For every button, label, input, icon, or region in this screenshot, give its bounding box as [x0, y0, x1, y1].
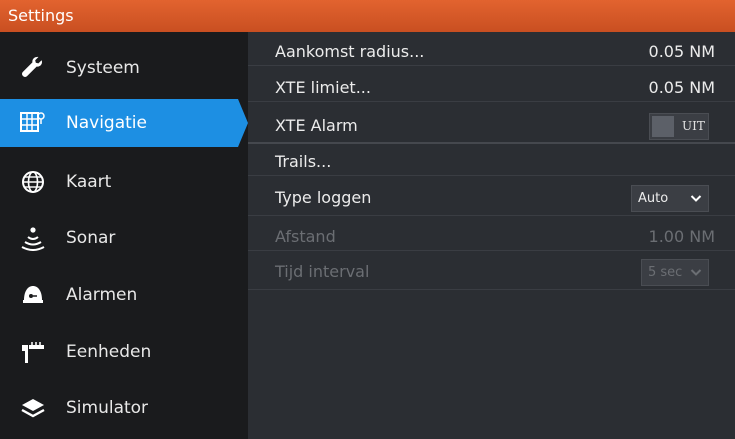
- sidebar-item-label: Systeem: [66, 58, 140, 78]
- setting-trails[interactable]: Trails...: [248, 148, 735, 176]
- toggle-knob: [652, 116, 674, 137]
- setting-time-interval: Tijd interval 5 sec: [248, 255, 735, 290]
- setting-value: 1.00 NM: [648, 227, 715, 246]
- setting-label: Trails...: [275, 152, 332, 171]
- sidebar-item-simulator[interactable]: Simulator: [0, 384, 238, 432]
- wrench-icon: [22, 56, 42, 77]
- sidebar: Systeem Navigatie Kaart Sonar Alarmen Ee…: [0, 32, 248, 439]
- setting-value: 0.05 NM: [648, 42, 715, 61]
- setting-value: 0.05 NM: [648, 78, 715, 97]
- log-type-select[interactable]: Auto: [631, 185, 709, 212]
- time-interval-select: 5 sec: [641, 259, 709, 286]
- setting-label: XTE limiet...: [275, 78, 371, 97]
- setting-arrival-radius[interactable]: Aankomst radius... 0.05 NM: [248, 38, 735, 66]
- navigation-chart-icon: [20, 112, 45, 132]
- sidebar-item-label: Simulator: [66, 398, 149, 418]
- sidebar-item-label: Navigatie: [66, 113, 147, 133]
- setting-xte-limit[interactable]: XTE limiet... 0.05 NM: [248, 74, 735, 102]
- setting-label: XTE Alarm: [275, 116, 358, 135]
- sidebar-item-systeem[interactable]: Systeem: [0, 44, 238, 92]
- sidebar-item-kaart[interactable]: Kaart: [0, 158, 238, 206]
- layers-icon: [21, 399, 45, 418]
- window-title: Settings: [0, 0, 735, 32]
- toggle-state-text: UIT: [682, 119, 705, 133]
- globe-icon: [22, 171, 44, 193]
- settings-window: Settings Systeem Navigatie Kaart Sonar A…: [0, 0, 735, 439]
- alarm-bell-icon: [23, 286, 43, 303]
- sidebar-item-eenheden[interactable]: Eenheden: [0, 328, 238, 376]
- setting-label: Aankomst radius...: [275, 42, 425, 61]
- section-divider: [248, 142, 735, 144]
- xte-alarm-toggle[interactable]: UIT: [649, 113, 709, 140]
- sidebar-item-label: Sonar: [66, 228, 116, 248]
- setting-label: Type loggen: [275, 188, 372, 207]
- chevron-down-icon: [690, 269, 702, 276]
- setting-label: Afstand: [275, 227, 336, 246]
- settings-panel: Aankomst radius... 0.05 NM XTE limiet...…: [248, 32, 735, 439]
- ruler-icon: [22, 342, 44, 363]
- chevron-down-icon: [690, 195, 702, 202]
- setting-log-type: Type loggen Auto: [248, 181, 735, 216]
- sidebar-item-label: Kaart: [66, 172, 112, 192]
- sidebar-item-navigatie[interactable]: Navigatie: [0, 99, 248, 147]
- sidebar-item-label: Alarmen: [66, 285, 138, 305]
- setting-xte-alarm: XTE Alarm UIT: [248, 109, 735, 142]
- sidebar-item-label: Eenheden: [66, 342, 152, 362]
- sidebar-item-sonar[interactable]: Sonar: [0, 214, 238, 262]
- select-value: Auto: [638, 191, 669, 206]
- sonar-icon: [21, 227, 45, 251]
- setting-distance: Afstand 1.00 NM: [248, 223, 735, 251]
- select-value: 5 sec: [648, 265, 683, 280]
- setting-label: Tijd interval: [275, 262, 370, 281]
- sidebar-item-alarmen[interactable]: Alarmen: [0, 271, 238, 319]
